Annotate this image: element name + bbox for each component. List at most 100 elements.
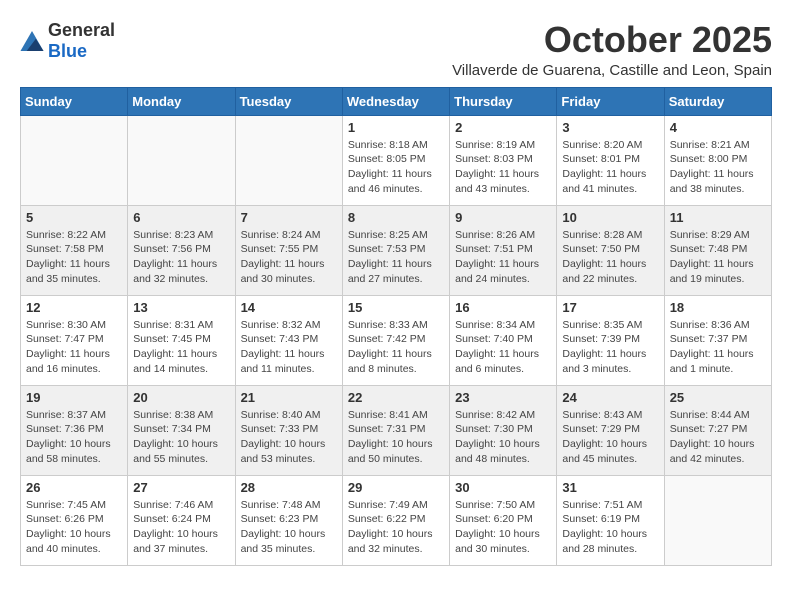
calendar-cell: 10Sunrise: 8:28 AM Sunset: 7:50 PM Dayli… — [557, 205, 664, 295]
calendar-cell: 5Sunrise: 8:22 AM Sunset: 7:58 PM Daylig… — [21, 205, 128, 295]
calendar-cell: 17 Sunrise: 8:35 AM Sunset: 7:39 PM Dayli… — [557, 295, 664, 385]
calendar-cell: 21 Sunrise: 8:40 AM Sunset: 7:33 PM Dayli… — [235, 385, 342, 475]
day-info: Sunrise: 8:37 AM Sunset: 7:36 PM Dayligh… — [26, 408, 122, 467]
title-section: October 2025 Villaverde de Guarena, Cast… — [452, 20, 772, 79]
header-wednesday: Wednesday — [342, 87, 449, 115]
day-number: 8 — [348, 210, 444, 225]
calendar-cell: 25 Sunrise: 8:44 AM Sunset: 7:27 PM Dayli… — [664, 385, 771, 475]
calendar-cell: 19 Sunrise: 8:37 AM Sunset: 7:36 PM Dayli… — [21, 385, 128, 475]
day-number: 29 — [348, 480, 444, 495]
calendar-header-row: SundayMondayTuesdayWednesdayThursdayFrid… — [21, 87, 772, 115]
calendar-cell: 18 Sunrise: 8:36 AM Sunset: 7:37 PM Dayli… — [664, 295, 771, 385]
day-number: 30 — [455, 480, 551, 495]
calendar-cell: 1 Sunrise: 8:18 AM Sunset: 8:05 PM Daylig… — [342, 115, 449, 205]
calendar-cell: 22Sunrise: 8:41 AM Sunset: 7:31 PM Dayli… — [342, 385, 449, 475]
logo: General Blue — [20, 20, 115, 62]
day-info: Sunrise: 8:34 AM Sunset: 7:40 PM Dayligh… — [455, 318, 551, 377]
header-sunday: Sunday — [21, 87, 128, 115]
day-number: 20 — [133, 390, 229, 405]
day-info: Sunrise: 8:21 AM Sunset: 8:00 PM Dayligh… — [670, 138, 766, 197]
day-number: 5 — [26, 210, 122, 225]
calendar-cell: 8 Sunrise: 8:25 AM Sunset: 7:53 PM Daylig… — [342, 205, 449, 295]
header-tuesday: Tuesday — [235, 87, 342, 115]
calendar-week-4: 19 Sunrise: 8:37 AM Sunset: 7:36 PM Dayli… — [21, 385, 772, 475]
location-title: Villaverde de Guarena, Castille and Leon… — [452, 62, 772, 79]
calendar-cell: 28Sunrise: 7:48 AM Sunset: 6:23 PM Dayli… — [235, 475, 342, 565]
day-number: 19 — [26, 390, 122, 405]
day-number: 21 — [241, 390, 337, 405]
calendar-week-2: 5Sunrise: 8:22 AM Sunset: 7:58 PM Daylig… — [21, 205, 772, 295]
month-title: October 2025 — [452, 20, 772, 60]
day-info: Sunrise: 7:45 AM Sunset: 6:26 PM Dayligh… — [26, 498, 122, 557]
logo-general: General — [48, 20, 115, 40]
day-number: 17 — [562, 300, 658, 315]
calendar-cell: 31Sunrise: 7:51 AM Sunset: 6:19 PM Dayli… — [557, 475, 664, 565]
day-number: 24 — [562, 390, 658, 405]
calendar-cell: 30Sunrise: 7:50 AM Sunset: 6:20 PM Dayli… — [450, 475, 557, 565]
calendar-cell: 14Sunrise: 8:32 AM Sunset: 7:43 PM Dayli… — [235, 295, 342, 385]
calendar-cell: 20 Sunrise: 8:38 AM Sunset: 7:34 PM Dayli… — [128, 385, 235, 475]
calendar-cell: 9 Sunrise: 8:26 AM Sunset: 7:51 PM Daylig… — [450, 205, 557, 295]
day-number: 4 — [670, 120, 766, 135]
day-info: Sunrise: 7:49 AM Sunset: 6:22 PM Dayligh… — [348, 498, 444, 557]
calendar-cell: 12Sunrise: 8:30 AM Sunset: 7:47 PM Dayli… — [21, 295, 128, 385]
day-info: Sunrise: 7:46 AM Sunset: 6:24 PM Dayligh… — [133, 498, 229, 557]
day-number: 7 — [241, 210, 337, 225]
day-number: 12 — [26, 300, 122, 315]
day-number: 2 — [455, 120, 551, 135]
day-info: Sunrise: 8:31 AM Sunset: 7:45 PM Dayligh… — [133, 318, 229, 377]
header-friday: Friday — [557, 87, 664, 115]
day-info: Sunrise: 8:42 AM Sunset: 7:30 PM Dayligh… — [455, 408, 551, 467]
day-info: Sunrise: 8:33 AM Sunset: 7:42 PM Dayligh… — [348, 318, 444, 377]
logo-icon — [20, 31, 44, 51]
calendar-cell: 24 Sunrise: 8:43 AM Sunset: 7:29 PM Dayli… — [557, 385, 664, 475]
day-number: 13 — [133, 300, 229, 315]
day-number: 1 — [348, 120, 444, 135]
header-saturday: Saturday — [664, 87, 771, 115]
calendar-week-3: 12Sunrise: 8:30 AM Sunset: 7:47 PM Dayli… — [21, 295, 772, 385]
day-number: 23 — [455, 390, 551, 405]
calendar-cell: 29 Sunrise: 7:49 AM Sunset: 6:22 PM Dayli… — [342, 475, 449, 565]
calendar-cell: 16 Sunrise: 8:34 AM Sunset: 7:40 PM Dayli… — [450, 295, 557, 385]
day-number: 27 — [133, 480, 229, 495]
day-info: Sunrise: 8:25 AM Sunset: 7:53 PM Dayligh… — [348, 228, 444, 287]
day-number: 9 — [455, 210, 551, 225]
calendar-week-1: 1 Sunrise: 8:18 AM Sunset: 8:05 PM Daylig… — [21, 115, 772, 205]
calendar-cell: 27 Sunrise: 7:46 AM Sunset: 6:24 PM Dayli… — [128, 475, 235, 565]
calendar-week-5: 26 Sunrise: 7:45 AM Sunset: 6:26 PM Dayli… — [21, 475, 772, 565]
day-info: Sunrise: 8:29 AM Sunset: 7:48 PM Dayligh… — [670, 228, 766, 287]
calendar-cell — [235, 115, 342, 205]
logo-text: General Blue — [48, 20, 115, 62]
calendar-cell: 7 Sunrise: 8:24 AM Sunset: 7:55 PM Daylig… — [235, 205, 342, 295]
calendar-cell: 6 Sunrise: 8:23 AM Sunset: 7:56 PM Daylig… — [128, 205, 235, 295]
day-info: Sunrise: 8:24 AM Sunset: 7:55 PM Dayligh… — [241, 228, 337, 287]
day-info: Sunrise: 8:40 AM Sunset: 7:33 PM Dayligh… — [241, 408, 337, 467]
day-info: Sunrise: 8:36 AM Sunset: 7:37 PM Dayligh… — [670, 318, 766, 377]
calendar-table: SundayMondayTuesdayWednesdayThursdayFrid… — [20, 87, 772, 566]
day-info: Sunrise: 8:35 AM Sunset: 7:39 PM Dayligh… — [562, 318, 658, 377]
day-info: Sunrise: 8:38 AM Sunset: 7:34 PM Dayligh… — [133, 408, 229, 467]
day-info: Sunrise: 8:44 AM Sunset: 7:27 PM Dayligh… — [670, 408, 766, 467]
day-info: Sunrise: 8:23 AM Sunset: 7:56 PM Dayligh… — [133, 228, 229, 287]
day-number: 11 — [670, 210, 766, 225]
day-number: 25 — [670, 390, 766, 405]
day-number: 26 — [26, 480, 122, 495]
day-info: Sunrise: 8:18 AM Sunset: 8:05 PM Dayligh… — [348, 138, 444, 197]
header-monday: Monday — [128, 87, 235, 115]
day-number: 16 — [455, 300, 551, 315]
day-info: Sunrise: 8:32 AM Sunset: 7:43 PM Dayligh… — [241, 318, 337, 377]
day-number: 6 — [133, 210, 229, 225]
day-info: Sunrise: 8:43 AM Sunset: 7:29 PM Dayligh… — [562, 408, 658, 467]
day-number: 3 — [562, 120, 658, 135]
day-number: 15 — [348, 300, 444, 315]
day-info: Sunrise: 7:51 AM Sunset: 6:19 PM Dayligh… — [562, 498, 658, 557]
day-info: Sunrise: 7:48 AM Sunset: 6:23 PM Dayligh… — [241, 498, 337, 557]
day-info: Sunrise: 8:26 AM Sunset: 7:51 PM Dayligh… — [455, 228, 551, 287]
calendar-cell — [21, 115, 128, 205]
calendar-cell: 11 Sunrise: 8:29 AM Sunset: 7:48 PM Dayli… — [664, 205, 771, 295]
calendar-cell: 26 Sunrise: 7:45 AM Sunset: 6:26 PM Dayli… — [21, 475, 128, 565]
header-thursday: Thursday — [450, 87, 557, 115]
calendar-cell: 15 Sunrise: 8:33 AM Sunset: 7:42 PM Dayli… — [342, 295, 449, 385]
calendar-cell — [664, 475, 771, 565]
day-number: 18 — [670, 300, 766, 315]
